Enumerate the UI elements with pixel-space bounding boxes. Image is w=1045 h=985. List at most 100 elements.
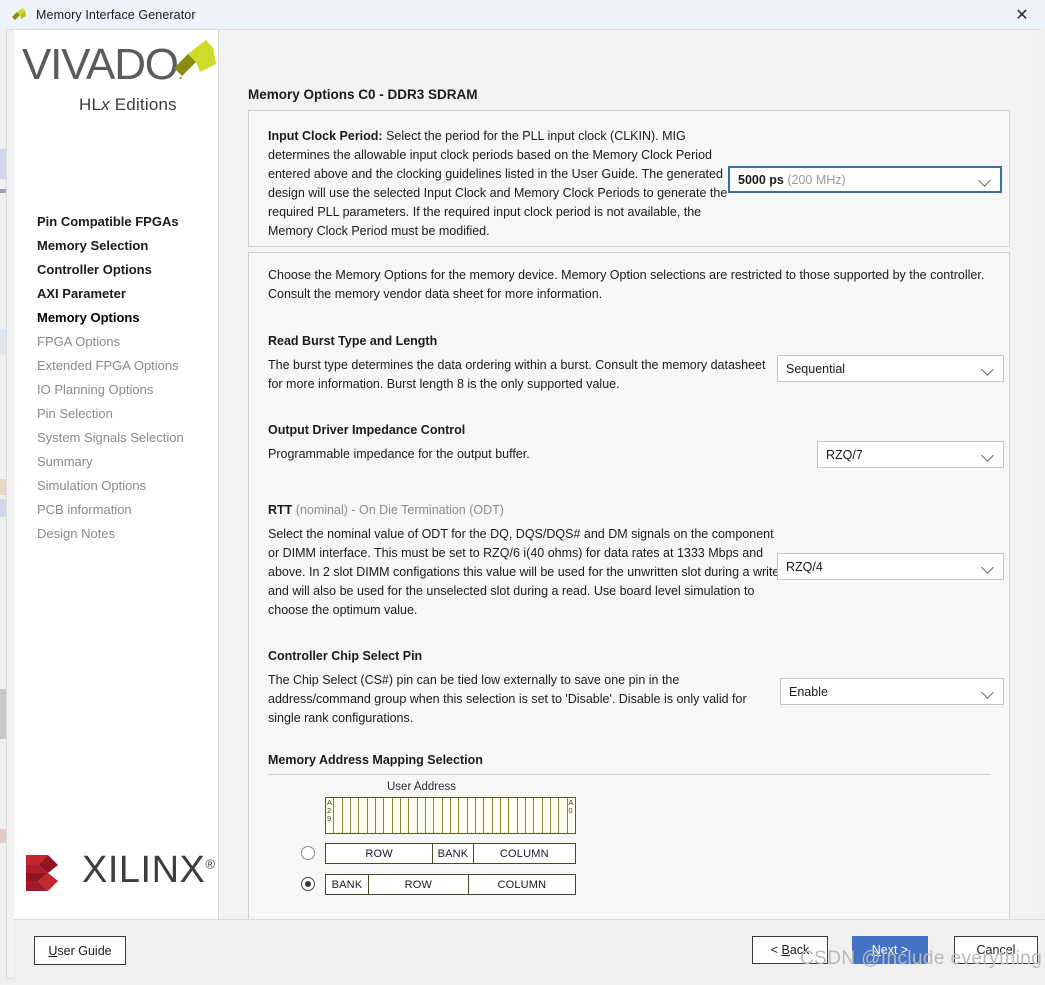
xilinx-brand: XILINX®	[24, 845, 216, 903]
address-mapping-divider	[268, 774, 990, 775]
sidebar-nav: Pin Compatible FPGAs Memory Selection Co…	[14, 210, 219, 546]
sidebar-item-io-planning-options: IO Planning Options	[37, 382, 154, 397]
user-address-bit-bar: A29 A0	[325, 797, 576, 834]
address-bit-cell	[343, 798, 351, 833]
output-driver-impedance-description: Programmable impedance for the output bu…	[268, 447, 530, 461]
sidebar-item-summary: Summary	[37, 454, 93, 469]
chevron-down-icon	[981, 448, 995, 462]
xilinx-logo-icon	[24, 851, 74, 895]
address-bit-cell	[426, 798, 435, 833]
address-bit-cell	[351, 798, 360, 833]
segment-bank: BANK	[326, 875, 369, 894]
chevron-down-icon	[981, 362, 995, 376]
address-bit-cell	[384, 798, 393, 833]
input-clock-period-description: Input Clock Period: Select the period fo…	[268, 129, 728, 238]
address-mapping-title: Memory Address Mapping Selection	[268, 753, 483, 767]
sidebar-item-pcb-information: PCB information	[37, 502, 132, 517]
address-bit-cell	[451, 798, 460, 833]
address-bit-cell	[551, 798, 560, 833]
chevron-down-icon	[978, 173, 992, 187]
sidebar-item-extended-fpga-options: Extended FPGA Options	[37, 358, 179, 373]
lsb-label: A0	[568, 798, 574, 815]
memory-options-intro: Choose the Memory Options for the memory…	[268, 268, 985, 301]
chip-select-pin-description: The Chip Select (CS#) pin can be tied lo…	[268, 673, 747, 725]
sidebar-item-memory-selection[interactable]: Memory Selection	[14, 234, 219, 258]
watermark: CSDN @Include everything	[800, 948, 1043, 969]
address-bit-cell	[526, 798, 535, 833]
radio-bank-row-column[interactable]	[301, 877, 315, 891]
page-title: Memory Options C0 - DDR3 SDRAM	[248, 87, 478, 102]
segment-bank: BANK	[433, 844, 474, 863]
address-bit-cell	[418, 798, 426, 833]
title-bar: Memory Interface Generator ✕	[0, 0, 1045, 30]
main-content: Memory Options C0 - DDR3 SDRAM Input Clo…	[220, 30, 1039, 925]
read-burst-type-value: Sequential	[786, 361, 846, 376]
chip-select-pin-value: Enable	[789, 684, 828, 699]
address-bit-cell	[509, 798, 518, 833]
chevron-down-icon	[981, 560, 995, 574]
sidebar-item-pin-selection: Pin Selection	[37, 406, 113, 421]
vivado-mark-icon	[170, 38, 222, 90]
address-bit-cell	[359, 798, 368, 833]
user-address-label: User Address	[387, 781, 457, 793]
address-bit-cell	[459, 798, 468, 833]
chip-select-pin-title: Controller Chip Select Pin	[268, 649, 423, 663]
read-burst-type-title: Read Burst Type and Length	[268, 334, 438, 348]
address-bit-cell	[334, 798, 343, 833]
user-guide-button[interactable]: User Guide	[34, 936, 126, 965]
address-bit-cell	[559, 798, 568, 833]
address-bit-cell	[493, 798, 501, 833]
sidebar-item-simulation-options: Simulation Options	[37, 478, 147, 493]
segment-column: COLUMN	[497, 878, 547, 891]
rtt-dropdown[interactable]: RZQ/4	[777, 553, 1004, 580]
sidebar-item-design-notes: Design Notes	[37, 526, 116, 541]
address-bit-cell	[501, 798, 510, 833]
sidebar-item-axi-parameter[interactable]: AXI Parameter	[14, 282, 219, 306]
sidebar-item-memory-options[interactable]: Memory Options	[14, 306, 219, 330]
output-driver-impedance-title: Output Driver Impedance Control	[268, 423, 466, 437]
segbar-bank-row-column: BANK ROW COLUMN	[325, 874, 576, 895]
address-bit-cell	[476, 798, 485, 833]
input-clock-period-value: 5000 ps (200 MHz)	[738, 172, 846, 187]
chevron-down-icon	[981, 685, 995, 699]
chip-select-pin-dropdown[interactable]: Enable	[780, 678, 1004, 705]
address-bit-cell: A29	[326, 798, 335, 833]
vivado-logo-icon	[8, 4, 30, 26]
rtt-description: Select the nominal value of ODT for the …	[268, 527, 780, 617]
sidebar-item-pin-compatible-fpgas[interactable]: Pin Compatible FPGAs	[14, 210, 219, 234]
memory-options-panel: Choose the Memory Options for the memory…	[248, 252, 1010, 925]
address-bit-cell	[518, 798, 526, 833]
read-burst-type-description: The burst type determines the data order…	[268, 358, 766, 391]
segment-row: ROW	[326, 844, 434, 863]
address-bit-cell	[484, 798, 493, 833]
dialog-frame: VIVADO. HLx Editions Pin Compatible FPGA…	[6, 29, 1045, 979]
sidebar-item-fpga-options: FPGA Options	[37, 334, 121, 349]
segment-column: COLUMN	[499, 847, 549, 860]
segbar-row-bank-column: ROW BANK COLUMN	[325, 843, 576, 864]
input-clock-period-panel: Input Clock Period: Select the period fo…	[248, 110, 1010, 247]
rtt-value: RZQ/4	[786, 559, 823, 574]
address-bit-cell: A0	[568, 798, 575, 833]
output-driver-impedance-value: RZQ/7	[826, 447, 863, 462]
address-bit-cell	[368, 798, 376, 833]
address-bit-cell	[393, 798, 401, 833]
address-bit-cell	[443, 798, 451, 833]
window-body: VIVADO. HLx Editions Pin Compatible FPGA…	[0, 29, 1045, 985]
output-driver-impedance-dropdown[interactable]: RZQ/7	[817, 441, 1004, 468]
segment-row: ROW	[369, 875, 469, 894]
address-bit-cell	[409, 798, 418, 833]
read-burst-type-dropdown[interactable]: Sequential	[777, 355, 1004, 382]
window-title: Memory Interface Generator	[36, 7, 196, 22]
input-clock-period-dropdown[interactable]: 5000 ps (200 MHz)	[728, 166, 1002, 193]
close-icon[interactable]: ✕	[999, 0, 1045, 28]
address-bit-cell	[468, 798, 476, 833]
vivado-brand: VIVADO. HLx Editions	[22, 40, 216, 134]
sidebar: VIVADO. HLx Editions Pin Compatible FPGA…	[14, 30, 219, 919]
radio-row-bank-column[interactable]	[301, 846, 315, 860]
vivado-edition-label: HLx Editions	[79, 95, 177, 114]
rtt-title: RTT (nominal) - On Die Termination (ODT)	[268, 503, 504, 517]
memory-interface-generator-window: Memory Interface Generator ✕ VIVADO. HLx…	[0, 0, 1045, 985]
xilinx-wordmark: XILINX®	[82, 849, 216, 891]
address-bit-cell	[543, 798, 551, 833]
sidebar-item-controller-options[interactable]: Controller Options	[14, 258, 219, 282]
